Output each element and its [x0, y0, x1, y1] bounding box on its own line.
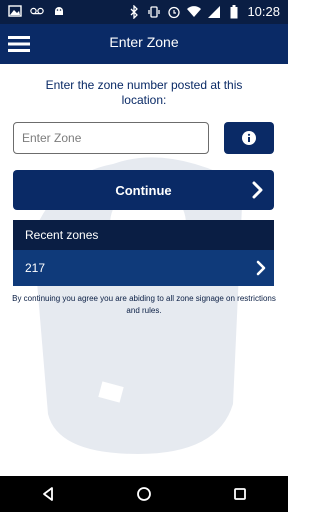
continue-button[interactable]: Continue [13, 170, 274, 210]
recent-zones-header: Recent zones [13, 220, 274, 250]
status-bar: 10:28 [0, 0, 288, 24]
status-time: 10:28 [247, 4, 280, 19]
android-nav-bar [0, 476, 288, 512]
zone-prompt-text: Enter the zone number posted at this loc… [45, 78, 243, 107]
chevron-right-icon [256, 260, 266, 276]
signal-icon [207, 5, 221, 19]
wifi-icon [187, 5, 202, 19]
overview-square-icon [234, 488, 246, 500]
back-triangle-icon [43, 487, 53, 501]
battery-icon [227, 5, 241, 19]
info-button[interactable] [224, 122, 274, 154]
home-circle-icon [137, 487, 151, 501]
chevron-right-icon [252, 181, 263, 199]
voicemail-icon [30, 4, 44, 18]
vibrate-icon [147, 5, 161, 19]
main-content: Enter the zone number posted at this loc… [0, 64, 288, 476]
status-right-icons: 10:28 [127, 4, 280, 20]
status-left-icons [8, 4, 66, 18]
overview-button[interactable] [227, 481, 253, 507]
info-icon [242, 131, 256, 145]
disclaimer-text: By continuing you agree you are abiding … [12, 294, 276, 315]
bluetooth-icon [127, 5, 141, 19]
alarm-icon [167, 5, 181, 19]
recent-zone-label: 217 [25, 261, 46, 275]
page-title: Enter Zone [109, 34, 179, 50]
back-button[interactable] [35, 481, 61, 507]
home-button[interactable] [131, 481, 157, 507]
recent-zone-item[interactable]: 217 [13, 250, 274, 286]
continue-label: Continue [115, 182, 172, 198]
gallery-notification-icon [8, 4, 22, 18]
recent-zones-panel: Recent zones 217 [13, 220, 274, 300]
app-bar: Enter Zone [0, 24, 288, 64]
android-debug-icon [52, 4, 66, 18]
zone-input[interactable] [13, 122, 209, 154]
